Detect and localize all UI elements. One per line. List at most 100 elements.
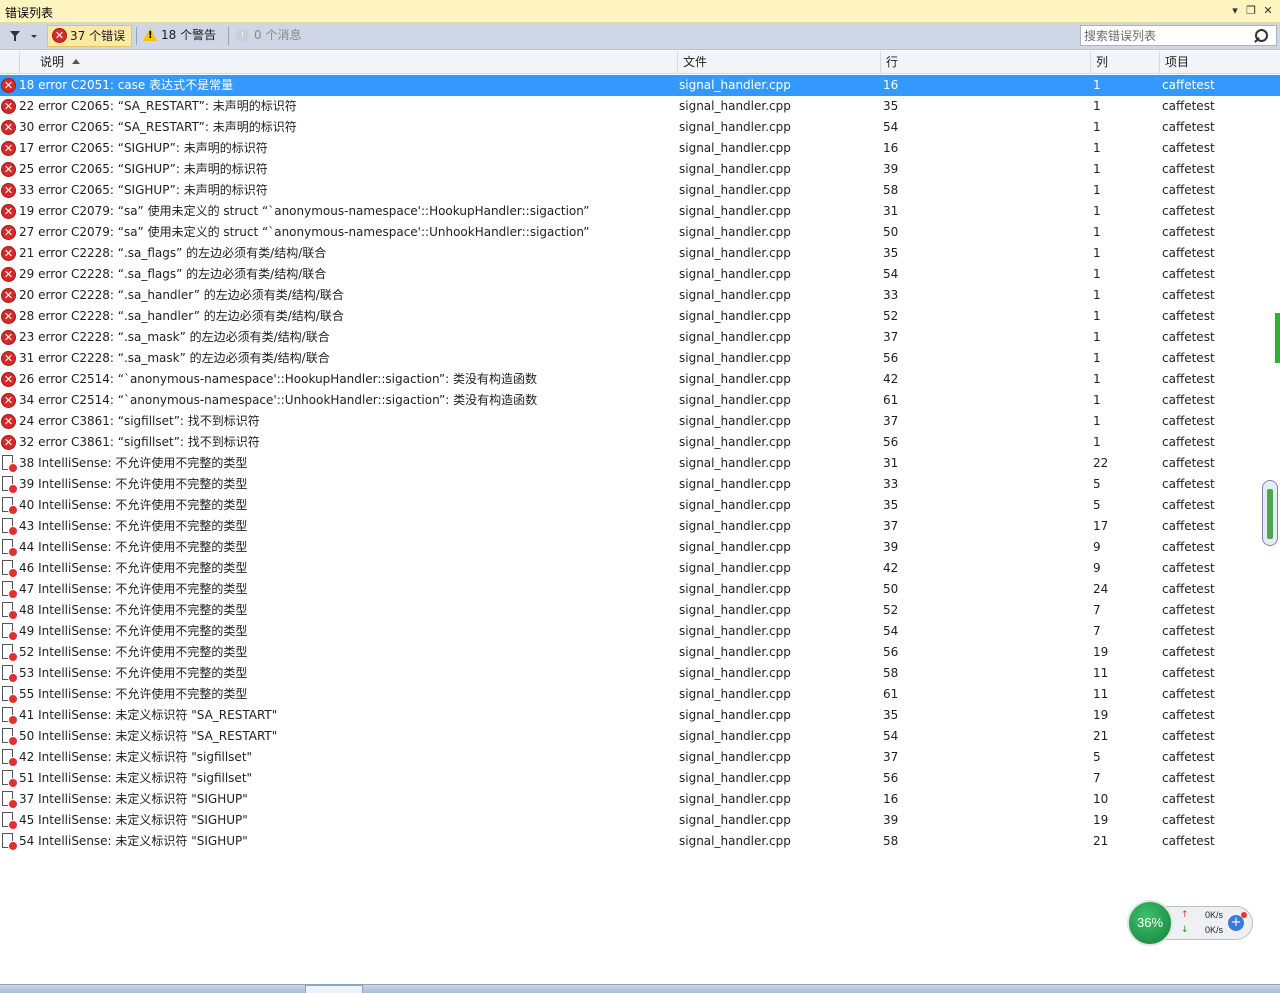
project-cell: caffetest — [1162, 414, 1215, 428]
error-icon: ✕ — [1, 372, 16, 387]
table-row[interactable]: ✕ 29 error C2228: “.sa_flags” 的左边必须有类/结构/… — [0, 264, 1280, 285]
table-row[interactable]: 42 IntelliSense: 未定义标识符 "sigfillset" sign… — [0, 747, 1280, 768]
file-cell: signal_handler.cpp — [679, 687, 791, 701]
network-monitor-widget[interactable]: 36% ↑ ↓ 0K/s 0K/s + — [1125, 898, 1255, 948]
file-cell: signal_handler.cpp — [679, 162, 791, 176]
table-row[interactable]: 40 IntelliSense: 不允许使用不完整的类型 signal_handl… — [0, 495, 1280, 516]
table-row[interactable]: ✕ 32 error C3861: “sigfillset”: 找不到标识符 sig… — [0, 432, 1280, 453]
table-row[interactable]: ✕ 25 error C2065: “SIGHUP”: 未声明的标识符 signal… — [0, 159, 1280, 180]
column-column-header[interactable]: 列 — [1090, 51, 1159, 73]
line-cell: 54 — [883, 624, 899, 638]
chevron-down-icon — [31, 35, 37, 38]
table-row[interactable]: 50 IntelliSense: 未定义标识符 "SA_RESTART" sign… — [0, 726, 1280, 747]
dropdown-icon[interactable]: ▾ — [1227, 3, 1243, 19]
line-cell: 56 — [883, 771, 899, 785]
table-row[interactable]: 49 IntelliSense: 不允许使用不完整的类型 signal_handl… — [0, 621, 1280, 642]
column-cell: 1 — [1093, 435, 1101, 449]
column-cell: 11 — [1093, 687, 1109, 701]
column-cell: 1 — [1093, 414, 1101, 428]
table-row[interactable]: 48 IntelliSense: 不允许使用不完整的类型 signal_handl… — [0, 600, 1280, 621]
table-row[interactable]: 43 IntelliSense: 不允许使用不完整的类型 signal_handl… — [0, 516, 1280, 537]
table-row[interactable]: ✕ 22 error C2065: “SA_RESTART”: 未声明的标识符 si… — [0, 96, 1280, 117]
table-row[interactable]: ✕ 31 error C2228: “.sa_mask” 的左边必须有类/结构/联… — [0, 348, 1280, 369]
description-cell: 18 error C2051: case 表达式不是常量 — [19, 78, 234, 92]
file-column-header[interactable]: 文件 — [677, 51, 880, 73]
side-gauge-widget[interactable] — [1262, 480, 1278, 546]
table-row[interactable]: ✕ 33 error C2065: “SIGHUP”: 未声明的标识符 signal… — [0, 180, 1280, 201]
table-row[interactable]: ✕ 20 error C2228: “.sa_handler” 的左边必须有类/结… — [0, 285, 1280, 306]
icon-column-header[interactable] — [0, 51, 19, 73]
description-cell: 25 error C2065: “SIGHUP”: 未声明的标识符 — [19, 162, 268, 176]
search-box[interactable] — [1080, 25, 1277, 46]
file-cell: signal_handler.cpp — [679, 834, 791, 848]
intellisense-error-icon — [2, 644, 18, 662]
line-cell: 58 — [883, 666, 899, 680]
error-icon: ✕ — [1, 414, 16, 429]
project-column-header[interactable]: 项目 — [1159, 51, 1280, 73]
line-column-header[interactable]: 行 — [880, 51, 1090, 73]
table-row[interactable]: ✕ 23 error C2228: “.sa_mask” 的左边必须有类/结构/联… — [0, 327, 1280, 348]
intellisense-error-icon — [2, 497, 18, 515]
file-cell: signal_handler.cpp — [679, 813, 791, 827]
table-row[interactable]: 46 IntelliSense: 不允许使用不完整的类型 signal_handl… — [0, 558, 1280, 579]
table-row[interactable]: 38 IntelliSense: 不允许使用不完整的类型 signal_handl… — [0, 453, 1280, 474]
project-cell: caffetest — [1162, 645, 1215, 659]
table-row[interactable]: 41 IntelliSense: 未定义标识符 "SA_RESTART" sign… — [0, 705, 1280, 726]
file-cell: signal_handler.cpp — [679, 456, 791, 470]
table-row[interactable]: 44 IntelliSense: 不允许使用不完整的类型 signal_handl… — [0, 537, 1280, 558]
file-cell: signal_handler.cpp — [679, 267, 791, 281]
table-row[interactable]: 51 IntelliSense: 未定义标识符 "sigfillset" sign… — [0, 768, 1280, 789]
table-row[interactable]: 39 IntelliSense: 不允许使用不完整的类型 signal_handl… — [0, 474, 1280, 495]
table-row[interactable]: ✕ 26 error C2514: “`anonymous-namespace':… — [0, 369, 1280, 390]
restore-icon[interactable]: ❐ — [1243, 3, 1259, 19]
description-cell: 37 IntelliSense: 未定义标识符 "SIGHUP" — [19, 792, 248, 806]
table-row[interactable]: ✕ 28 error C2228: “.sa_handler” 的左边必须有类/结… — [0, 306, 1280, 327]
intellisense-error-icon — [2, 455, 18, 473]
description-cell: 21 error C2228: “.sa_flags” 的左边必须有类/结构/联… — [19, 246, 327, 260]
column-cell: 1 — [1093, 204, 1101, 218]
description-cell: 55 IntelliSense: 不允许使用不完整的类型 — [19, 687, 248, 701]
table-row[interactable]: ✕ 34 error C2514: “`anonymous-namespace':… — [0, 390, 1280, 411]
table-row[interactable]: ✕ 19 error C2079: “sa” 使用未定义的 struct “`an… — [0, 201, 1280, 222]
line-cell: 37 — [883, 750, 899, 764]
error-icon: ✕ — [1, 120, 16, 135]
table-row[interactable]: 55 IntelliSense: 不允许使用不完整的类型 signal_handl… — [0, 684, 1280, 705]
line-cell: 61 — [883, 687, 899, 701]
table-row[interactable]: 37 IntelliSense: 未定义标识符 "SIGHUP" signal_h… — [0, 789, 1280, 810]
filter-button[interactable] — [4, 26, 42, 46]
messages-filter-button[interactable]: i 0 个消息 — [232, 25, 307, 47]
file-cell: signal_handler.cpp — [679, 99, 791, 113]
column-cell: 1 — [1093, 120, 1101, 134]
table-row[interactable]: ✕ 18 error C2051: case 表达式不是常量 signal_hand… — [0, 75, 1280, 96]
table-row[interactable]: ✕ 21 error C2228: “.sa_flags” 的左边必须有类/结构/… — [0, 243, 1280, 264]
search-input[interactable] — [1084, 27, 1249, 44]
line-cell: 31 — [883, 456, 899, 470]
intellisense-error-icon — [2, 665, 18, 683]
errors-filter-button[interactable]: ✕ 37 个错误 — [47, 25, 133, 47]
table-row[interactable]: 47 IntelliSense: 不允许使用不完整的类型 signal_handl… — [0, 579, 1280, 600]
warnings-filter-button[interactable]: ! 18 个警告 — [139, 25, 222, 47]
project-cell: caffetest — [1162, 750, 1215, 764]
table-row[interactable]: ✕ 27 error C2079: “sa” 使用未定义的 struct “`an… — [0, 222, 1280, 243]
line-cell: 16 — [883, 141, 899, 155]
table-row[interactable]: ✕ 24 error C3861: “sigfillset”: 找不到标识符 sig… — [0, 411, 1280, 432]
table-row[interactable]: 54 IntelliSense: 未定义标识符 "SIGHUP" signal_h… — [0, 831, 1280, 852]
table-row[interactable]: ✕ 17 error C2065: “SIGHUP”: 未声明的标识符 signal… — [0, 138, 1280, 159]
table-row[interactable]: 52 IntelliSense: 不允许使用不完整的类型 signal_handl… — [0, 642, 1280, 663]
line-cell: 39 — [883, 813, 899, 827]
line-cell: 42 — [883, 561, 899, 575]
description-column-header[interactable]: 说明 — [19, 51, 677, 73]
column-cell: 21 — [1093, 834, 1109, 848]
close-icon[interactable]: ✕ — [1260, 3, 1276, 19]
intellisense-error-icon — [2, 770, 18, 788]
table-row[interactable]: ✕ 30 error C2065: “SA_RESTART”: 未声明的标识符 si… — [0, 117, 1280, 138]
line-cell: 56 — [883, 645, 899, 659]
error-icon: ✕ — [1, 78, 16, 93]
line-cell: 37 — [883, 414, 899, 428]
table-row[interactable]: 53 IntelliSense: 不允许使用不完整的类型 signal_handl… — [0, 663, 1280, 684]
description-cell: 40 IntelliSense: 不允许使用不完整的类型 — [19, 498, 248, 512]
line-cell: 39 — [883, 540, 899, 554]
error-icon: ✕ — [1, 267, 16, 282]
intellisense-error-icon — [2, 602, 18, 620]
table-row[interactable]: 45 IntelliSense: 未定义标识符 "SIGHUP" signal_h… — [0, 810, 1280, 831]
